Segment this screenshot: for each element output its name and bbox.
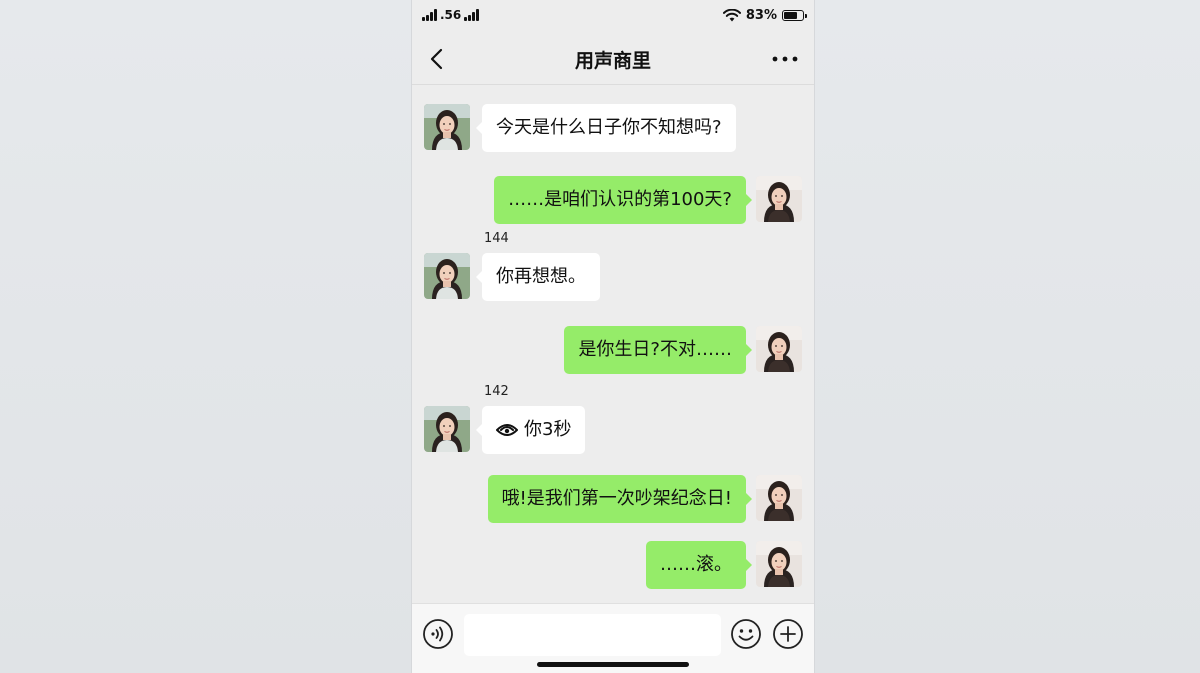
home-indicator xyxy=(537,662,689,667)
more-dots-icon xyxy=(772,56,798,62)
avatar-portrait-icon xyxy=(424,406,470,452)
avatar-portrait-icon xyxy=(756,475,802,521)
user-avatar[interactable] xyxy=(756,326,802,372)
avatar-portrait-icon xyxy=(756,326,802,372)
page-title: 用声商里 xyxy=(574,50,651,72)
user-avatar[interactable] xyxy=(756,176,802,222)
message-bubble-received[interactable]: 今天是什么日子你不知想吗? xyxy=(476,104,736,152)
battery-fill xyxy=(784,12,797,19)
status-left: .56 xyxy=(422,8,480,22)
more-button[interactable] xyxy=(770,46,800,72)
voice-message-text: 你3秒 xyxy=(524,419,572,440)
user-avatar[interactable] xyxy=(756,541,802,587)
user-avatar[interactable] xyxy=(756,475,802,521)
nav-bar: 用声商里 xyxy=(412,34,814,85)
signal-icon-secondary xyxy=(464,9,480,21)
wifi-icon xyxy=(722,9,741,22)
message-bubble-sent[interactable]: 哦!是我们第一次吵架纪念日! xyxy=(487,475,753,523)
message-bubble-sent[interactable]: 是你生日?不对…… xyxy=(564,326,752,374)
status-right: 83% xyxy=(722,8,807,23)
avatar-portrait-icon xyxy=(424,104,470,150)
emoji-icon xyxy=(731,619,761,649)
message-bubble-sent[interactable]: ……滚。 xyxy=(646,541,752,589)
avatar-portrait-icon xyxy=(756,176,802,222)
voice-icon xyxy=(423,619,453,649)
voice-message-bubble[interactable]: 你3秒 xyxy=(475,406,586,454)
phone-screen: .56 83% 用声商里 今天是什么日子你不知想吗? ……是咱们认识的第100天… xyxy=(412,0,814,673)
message-label: 142 xyxy=(484,384,509,399)
signal-icon xyxy=(422,9,437,21)
message-input[interactable] xyxy=(464,614,721,656)
plus-button[interactable] xyxy=(772,618,804,650)
carrier-label: .56 xyxy=(440,8,462,22)
voice-input-button[interactable] xyxy=(422,618,454,650)
avatar-portrait-icon xyxy=(756,541,802,587)
chat-area: 今天是什么日子你不知想吗? ……是咱们认识的第100天? 144 你再想想。 是… xyxy=(412,85,814,603)
plus-icon xyxy=(773,619,803,649)
contact-avatar[interactable] xyxy=(424,253,470,299)
contact-avatar[interactable] xyxy=(424,406,470,452)
emoji-button[interactable] xyxy=(730,618,762,650)
message-bubble-sent[interactable]: ……是咱们认识的第100天? xyxy=(494,176,752,224)
voice-wave-icon xyxy=(496,424,518,436)
message-label: 144 xyxy=(484,231,509,246)
message-bubble-received[interactable]: 你再想想。 xyxy=(476,253,600,301)
avatar-portrait-icon xyxy=(424,253,470,299)
contact-avatar[interactable] xyxy=(424,104,470,150)
status-bar: .56 83% xyxy=(412,0,814,34)
battery-percent: 83% xyxy=(745,8,777,23)
battery-icon xyxy=(782,10,807,21)
